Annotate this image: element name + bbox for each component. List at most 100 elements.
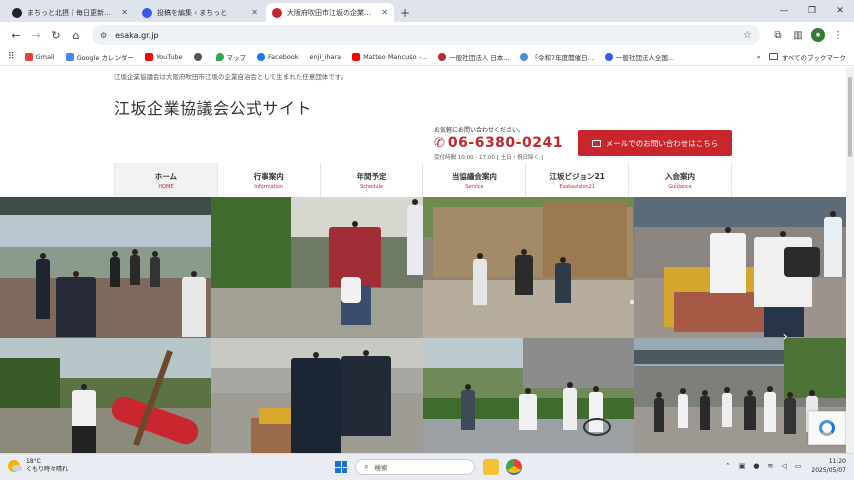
nav-home[interactable]: ホーム HOME	[114, 163, 218, 197]
close-icon[interactable]: ✕	[381, 8, 388, 17]
browser-toolbar: ← → ↻ ⌂ ⚙ esaka.gr.jp ☆ ⧉ ▥ ● ⋮	[0, 22, 854, 48]
site-title[interactable]: 江坂企業協議会公式サイト	[114, 95, 312, 119]
clock-date: 2025/05/07	[811, 467, 846, 474]
site-favicon-icon	[520, 52, 529, 61]
tab-favicon-icon	[142, 7, 152, 18]
bookmark-gmail[interactable]: Gmail	[24, 52, 55, 61]
browser-tab-1[interactable]: まちっと北摂｜毎日更新！北摂エ ✕	[6, 3, 134, 22]
home-icon[interactable]: ⌂	[66, 25, 86, 45]
envelope-icon	[591, 139, 601, 147]
chevron-up-icon[interactable]: ⌃	[725, 462, 731, 470]
calendar-icon	[65, 52, 74, 61]
bookmarks-bar: ⠿ Gmail Google カレンダー YouTube マップ Faceboo…	[0, 48, 854, 66]
address-bar[interactable]: ⚙ esaka.gr.jp ☆	[92, 25, 760, 45]
tab-title: 大阪府吹田市江坂の企業自治	[287, 8, 378, 17]
site-info-icon[interactable]: ⚙	[100, 31, 107, 40]
partly-cloudy-icon	[8, 460, 22, 472]
web-page: 江坂企業協議会は大阪府吹田市江坂の企業自治会として生まれた任意団体です。 江坂企…	[0, 67, 846, 453]
clock-time: 11:20	[828, 458, 846, 465]
app-tray-icon[interactable]: ▣	[739, 462, 746, 470]
folder-icon	[768, 53, 778, 60]
site-tagline: 江坂企業協議会は大阪府吹田市江坂の企業自治会として生まれた任意団体です。	[114, 73, 348, 81]
gmail-icon	[24, 52, 33, 61]
url-text: esaka.gr.jp	[115, 30, 159, 40]
mail-button-label: メールでのお問い合わせはこちら	[605, 138, 719, 148]
facebook-icon	[257, 52, 265, 61]
menu-kebab-icon[interactable]: ⋮	[828, 25, 848, 45]
scrollbar-thumb[interactable]	[848, 77, 852, 157]
nav-information[interactable]: 行事案内 Information	[217, 163, 321, 197]
maximize-button[interactable]: ❐	[798, 0, 826, 22]
taskbar-search[interactable]: ⌕ 検索	[355, 459, 475, 475]
slider-dot[interactable]	[630, 300, 634, 304]
nav-schedule[interactable]: 年間予定 Schedule	[320, 163, 424, 197]
bookmarks-overflow-button[interactable]: »	[757, 53, 761, 61]
phone-icon: ✆	[434, 135, 445, 151]
reload-icon[interactable]: ↻	[46, 25, 66, 45]
minimize-button[interactable]: —	[770, 0, 798, 22]
nav-esakavision21[interactable]: 江坂ビジョン21 Esakavision21	[526, 163, 630, 197]
phone-number[interactable]: 06-6380-0241	[448, 135, 563, 151]
nav-service[interactable]: 当協議会案内 Service	[423, 163, 527, 197]
bookmark-globe[interactable]	[193, 52, 205, 61]
youtube-icon	[145, 52, 154, 61]
new-tab-button[interactable]: +	[396, 3, 414, 22]
slide-photo	[423, 197, 634, 338]
volume-icon[interactable]: ◁	[781, 462, 786, 470]
taskbar: 18°C くもり時々晴れ ⌕ 検索 ⌃ ▣ ● ≋ ◁ ▭ 11:20 2025…	[0, 453, 854, 480]
slide-photo	[634, 197, 846, 338]
bookmark-star-icon[interactable]: ☆	[743, 30, 752, 41]
profile-avatar-icon[interactable]: ●	[811, 28, 825, 42]
all-bookmarks-folder[interactable]: すべてのブックマーク	[768, 52, 846, 62]
search-icon: ⌕	[364, 462, 369, 471]
bookmark-enji[interactable]: enji_ihara	[310, 53, 342, 61]
windows-start-icon[interactable]	[335, 461, 347, 473]
weather-temp: 18°C	[26, 458, 41, 465]
photo-slider: ›	[0, 197, 846, 453]
back-arrow-icon[interactable]: ←	[6, 25, 26, 45]
toolbar-actions: ⧉ ▥ ● ⋮	[768, 25, 848, 45]
weather-widget[interactable]: 18°C くもり時々晴れ	[8, 458, 68, 474]
notification-tray-icon[interactable]: ●	[753, 462, 759, 470]
apps-grid-icon[interactable]: ⠿	[8, 52, 15, 62]
recaptcha-badge[interactable]	[808, 411, 846, 445]
bookmark-youtube[interactable]: YouTube	[145, 52, 183, 61]
bookmark-japan-assoc[interactable]: 一般社団法人 日本...	[438, 52, 509, 62]
map-pin-icon	[215, 52, 224, 61]
battery-icon[interactable]: ▭	[795, 462, 802, 470]
clock[interactable]: 11:20 2025/05/07	[811, 457, 846, 475]
mail-contact-button[interactable]: メールでのお問い合わせはこちら	[578, 130, 732, 156]
global-nav: ホーム HOME 行事案内 Information 年間予定 Schedule 当協議…	[114, 163, 732, 197]
extensions-icon[interactable]: ⧉	[768, 25, 788, 45]
browser-tab-2[interactable]: 投稿を編集 ‹ まちっと ✕	[136, 3, 264, 22]
site-favicon-icon	[438, 52, 447, 61]
tab-title: 投稿を編集 ‹ まちっと	[157, 8, 228, 17]
recaptcha-icon	[819, 420, 835, 436]
close-icon[interactable]: ✕	[251, 8, 258, 17]
slider-next-arrow-icon[interactable]: ›	[782, 329, 788, 345]
phone-line[interactable]: ✆ 06-6380-0241	[434, 135, 574, 151]
bookmark-maps[interactable]: マップ	[215, 52, 246, 62]
close-window-button[interactable]: ✕	[826, 0, 854, 22]
bookmark-calendar[interactable]: Google カレンダー	[65, 52, 134, 62]
tab-title: まちっと北摂｜毎日更新！北摂エ	[27, 8, 118, 17]
close-icon[interactable]: ✕	[121, 8, 128, 17]
page-scrollbar[interactable]	[846, 67, 854, 453]
tab-favicon-icon	[272, 7, 282, 18]
nav-guidance[interactable]: 入会案内 Guidance	[629, 163, 732, 197]
wifi-icon[interactable]: ≋	[768, 462, 774, 470]
slide-photo	[0, 197, 211, 338]
tab-favicon-icon	[12, 7, 22, 18]
sidebar-icon[interactable]: ▥	[788, 25, 808, 45]
browser-tab-3[interactable]: 大阪府吹田市江坂の企業自治 ✕	[266, 3, 394, 22]
bookmark-national-assoc[interactable]: 一般社団法人全国...	[604, 52, 674, 62]
bookmark-facebook[interactable]: Facebook	[257, 52, 299, 61]
file-explorer-icon[interactable]	[483, 459, 499, 475]
chrome-icon[interactable]	[506, 459, 522, 475]
youtube-icon	[352, 52, 361, 61]
bookmark-matteo[interactable]: Matteo Mancuso -...	[352, 52, 427, 61]
tab-strip: まちっと北摂｜毎日更新！北摂エ ✕ 投稿を編集 ‹ まちっと ✕ 大阪府吹田市江…	[0, 0, 854, 22]
slide-photo	[211, 338, 423, 453]
bookmark-reiwa[interactable]: 「令和7年度開催日...	[520, 52, 594, 62]
forward-arrow-icon[interactable]: →	[26, 25, 46, 45]
